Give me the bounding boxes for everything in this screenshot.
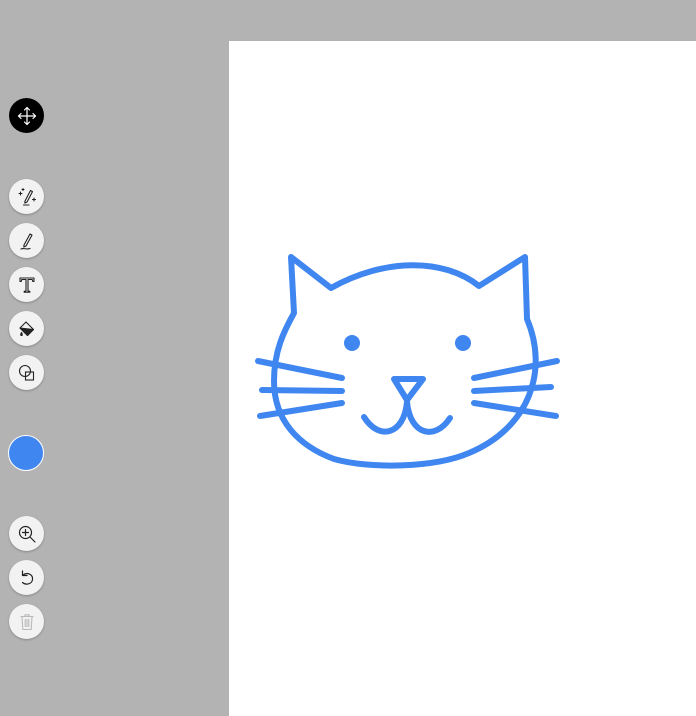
drawing-app bbox=[0, 0, 696, 716]
fill-tool-button[interactable] bbox=[9, 311, 44, 346]
whisker-left-1 bbox=[255, 358, 345, 381]
move-tool-button[interactable] bbox=[9, 98, 44, 133]
text-icon bbox=[18, 276, 35, 293]
cat-left-eye bbox=[344, 335, 360, 351]
zoom-in-icon bbox=[18, 525, 36, 543]
move-arrows-icon bbox=[17, 106, 36, 125]
paint-bucket-icon bbox=[18, 320, 34, 336]
cat-nose bbox=[391, 376, 426, 403]
magic-pen-tool-button[interactable] bbox=[9, 179, 44, 214]
drawing-canvas[interactable] bbox=[229, 41, 696, 716]
shapes-tool-button[interactable] bbox=[9, 355, 44, 390]
color-picker-swatch[interactable] bbox=[8, 435, 44, 471]
cat-right-eye bbox=[455, 335, 471, 351]
magic-pen-icon bbox=[17, 187, 36, 206]
whisker-right-2 bbox=[471, 384, 554, 394]
cat-mouth bbox=[361, 399, 453, 435]
undo-icon bbox=[21, 569, 33, 585]
undo-tool-button[interactable] bbox=[9, 560, 44, 595]
cat-head-outline bbox=[271, 254, 539, 469]
shapes-icon bbox=[18, 364, 34, 381]
whisker-left-2 bbox=[259, 387, 345, 394]
whisker-right-3 bbox=[471, 400, 559, 419]
cat-face-drawing bbox=[255, 254, 560, 469]
pen-icon bbox=[19, 232, 33, 250]
whisker-right-1 bbox=[471, 358, 560, 381]
text-tool-button[interactable] bbox=[9, 267, 44, 302]
trash-icon bbox=[20, 613, 33, 630]
whisker-left-3 bbox=[257, 400, 345, 419]
delete-tool-button[interactable] bbox=[9, 604, 44, 639]
zoom-tool-button[interactable] bbox=[9, 516, 44, 551]
pen-tool-button[interactable] bbox=[9, 223, 44, 258]
left-toolbar bbox=[0, 0, 229, 716]
